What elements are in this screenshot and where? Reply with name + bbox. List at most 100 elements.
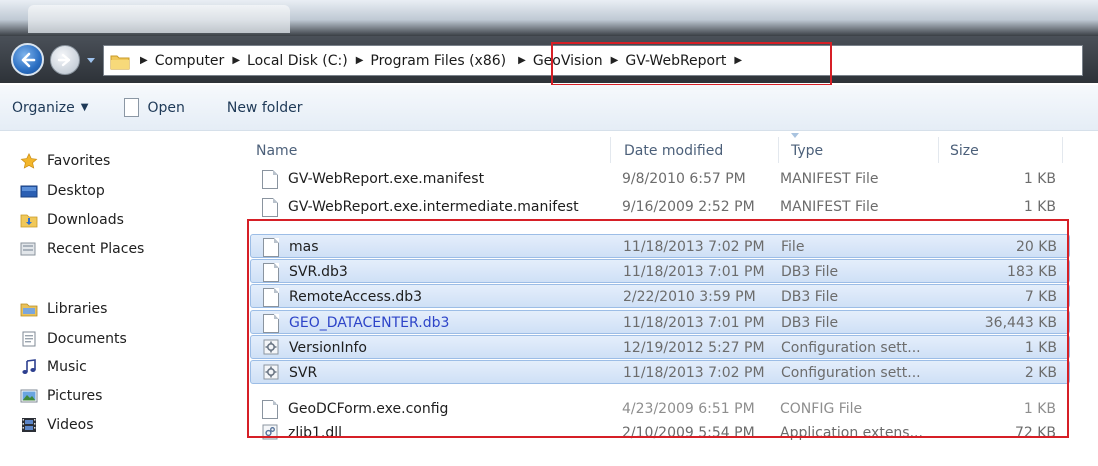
breadcrumb-computer[interactable]: Computer: [155, 53, 225, 69]
column-header-type[interactable]: Type: [791, 139, 823, 163]
file-size: 2 KB: [1024, 365, 1057, 381]
music-note-icon: [22, 359, 36, 374]
file-type: Configuration sett...: [781, 340, 921, 356]
file-name: SVR.db3: [289, 264, 348, 280]
file-type: DB3 File: [781, 289, 839, 305]
document-icon: [262, 169, 278, 189]
file-name: GEO_DATACENTER.db3: [289, 315, 450, 331]
organize-label: Organize: [12, 99, 75, 116]
file-date-modified: 11/18/2013 7:02 PM: [623, 365, 765, 381]
nav-recent-places-label: Recent Places: [47, 241, 145, 257]
file-type: DB3 File: [781, 264, 839, 280]
file-name: GeoDCForm.exe.config: [288, 401, 449, 417]
address-row: ▶ Computer ▶ Local Disk (C:) ▶ Program F…: [0, 36, 1098, 83]
column-divider[interactable]: [610, 137, 611, 163]
file-type: DB3 File: [781, 315, 839, 331]
chevron-right-icon[interactable]: ▶: [356, 55, 364, 66]
file-date-modified: 11/18/2013 7:01 PM: [623, 315, 765, 331]
file-name-cell: GV-WebReport.exe.intermediate.manifest: [262, 195, 617, 219]
settings-file-icon: [263, 364, 279, 383]
file-name-cell: mas: [263, 235, 618, 259]
arrow-left-icon: [21, 52, 36, 68]
file-row[interactable]: SVR.db3 11/18/2013 7:01 PM DB3 File 183 KB: [250, 259, 1070, 283]
document-icon: [263, 237, 279, 257]
chevron-right-icon[interactable]: ▶: [140, 55, 148, 66]
breadcrumb-geovision[interactable]: GeoVision: [533, 53, 603, 69]
nav-favorites-label: Favorites: [47, 153, 111, 169]
address-bar[interactable]: ▶ Computer ▶ Local Disk (C:) ▶ Program F…: [103, 45, 1083, 76]
dll-file-icon: [262, 424, 278, 443]
document-icon: [263, 313, 279, 333]
window-title-bar: [0, 0, 1098, 36]
file-date-modified: 2/10/2009 5:54 PM: [622, 425, 755, 441]
file-name: VersionInfo: [289, 340, 367, 356]
nav-documents[interactable]: Documents: [20, 326, 127, 352]
chevron-right-icon[interactable]: ▶: [232, 55, 240, 66]
nav-recent-places[interactable]: Recent Places: [20, 236, 144, 262]
file-size: 7 KB: [1024, 289, 1057, 305]
chevron-right-icon[interactable]: ▶: [611, 55, 619, 66]
file-row[interactable]: SVR 11/18/2013 7:02 PM Configuration sett.…: [250, 360, 1070, 384]
organize-button[interactable]: Organize ▼: [12, 100, 88, 116]
file-type: File: [781, 239, 805, 255]
nav-pictures[interactable]: Pictures: [20, 383, 102, 409]
column-divider[interactable]: [938, 137, 939, 163]
file-name-cell: zlib1.dll: [262, 421, 617, 445]
nav-downloads[interactable]: Downloads: [20, 207, 124, 233]
documents-icon: [22, 331, 36, 347]
nav-videos[interactable]: Videos: [20, 412, 94, 438]
navigation-pane: Favorites Desktop Downloads Recent Place…: [0, 131, 238, 466]
file-name: RemoteAccess.db3: [289, 289, 423, 305]
file-row[interactable]: GEO_DATACENTER.db3 11/18/2013 7:01 PM DB3 …: [250, 310, 1070, 334]
new-folder-button[interactable]: New folder: [227, 100, 303, 116]
file-type: CONFIG File: [780, 401, 863, 417]
nav-videos-label: Videos: [47, 417, 94, 433]
file-row[interactable]: mas 11/18/2013 7:02 PM File 20 KB: [250, 234, 1070, 258]
chevron-right-icon[interactable]: ▶: [734, 55, 742, 66]
file-name-cell: GV-WebReport.exe.manifest: [262, 167, 617, 191]
window-title-tab: [28, 5, 290, 33]
column-header-name[interactable]: Name: [256, 139, 297, 163]
file-name-cell: RemoteAccess.db3: [263, 285, 618, 309]
file-row[interactable]: VersionInfo 12/19/2012 5:27 PM Configurati…: [250, 335, 1070, 359]
file-type: Configuration sett...: [781, 365, 921, 381]
recent-places-icon: [20, 242, 36, 256]
star-icon: [20, 153, 38, 169]
chevron-right-icon[interactable]: ▶: [518, 55, 526, 66]
file-name-cell: VersionInfo: [263, 336, 618, 360]
nav-desktop[interactable]: Desktop: [20, 178, 105, 204]
breadcrumb-gv-webreport[interactable]: GV-WebReport: [625, 53, 726, 69]
back-button[interactable]: [11, 43, 44, 76]
forward-button[interactable]: [50, 45, 80, 75]
breadcrumb-local-disk[interactable]: Local Disk (C:): [247, 53, 348, 69]
file-row[interactable]: zlib1.dll 2/10/2009 5:54 PM Application ex…: [250, 421, 1070, 445]
file-name-cell: SVR.db3: [263, 260, 618, 284]
breadcrumb-program-files[interactable]: Program Files (x86): [370, 53, 506, 69]
document-icon: [262, 197, 278, 217]
file-size: 1 KB: [1023, 171, 1056, 187]
file-size: 1 KB: [1023, 199, 1056, 215]
file-row[interactable]: GV-WebReport.exe.intermediate.manifest 9/…: [250, 195, 1070, 219]
videos-film-icon: [22, 418, 36, 432]
new-folder-label: New folder: [226, 99, 303, 116]
column-divider[interactable]: [1062, 137, 1063, 163]
file-row[interactable]: GeoDCForm.exe.config 4/23/2009 6:51 PM CON…: [250, 397, 1070, 421]
column-header-date-modified[interactable]: Date modified: [624, 139, 723, 163]
libraries-icon: [20, 303, 38, 317]
file-row[interactable]: GV-WebReport.exe.manifest 9/8/2010 6:57 P…: [250, 167, 1070, 191]
file-date-modified: 12/19/2012 5:27 PM: [623, 340, 765, 356]
file-name: mas: [289, 239, 319, 255]
file-name: zlib1.dll: [288, 425, 343, 441]
file-date-modified: 9/16/2009 2:52 PM: [622, 199, 755, 215]
document-icon: [263, 287, 279, 307]
column-divider[interactable]: [778, 137, 779, 163]
file-row[interactable]: RemoteAccess.db3 2/22/2010 3:59 PM DB3 Fil…: [250, 284, 1070, 308]
open-button[interactable]: Open: [124, 98, 185, 117]
file-type: Application extens...: [780, 425, 923, 441]
column-header-size[interactable]: Size: [950, 139, 979, 163]
nav-music[interactable]: Music: [20, 354, 87, 380]
file-size: 1 KB: [1023, 401, 1056, 417]
nav-favorites[interactable]: Favorites: [20, 148, 110, 174]
recent-pages-dropdown-icon[interactable]: [85, 54, 97, 66]
nav-libraries[interactable]: Libraries: [20, 296, 107, 322]
